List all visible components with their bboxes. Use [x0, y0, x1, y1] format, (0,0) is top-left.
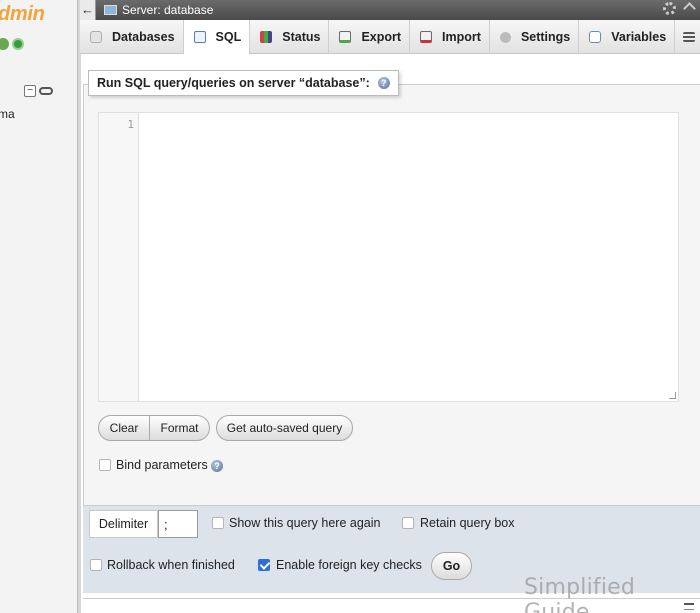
- tab-label: Status: [282, 30, 321, 44]
- watermark: Simplified Guide: [524, 575, 636, 613]
- retain-query-box-label: Retain query box: [420, 516, 515, 530]
- tab-label: SQL: [215, 30, 242, 44]
- export-icon: [339, 31, 352, 43]
- tab-import[interactable]: Import: [410, 20, 490, 54]
- line-number: 1: [127, 118, 134, 131]
- foreign-key-checks-checkbox[interactable]: [258, 559, 270, 571]
- phpmyadmin-logo[interactable]: dmin: [0, 3, 45, 26]
- nav-quick-icons: [0, 38, 24, 50]
- server-tabs: Databases SQL Status Export Import Setti…: [80, 20, 700, 55]
- format-button[interactable]: Format: [149, 415, 210, 441]
- tab-label: Export: [361, 30, 402, 44]
- get-auto-saved-query-button[interactable]: Get auto-saved query: [216, 415, 353, 441]
- import-icon: [420, 31, 433, 43]
- collapse-all-icon[interactable]: −: [24, 85, 36, 97]
- tab-export[interactable]: Export: [329, 20, 411, 54]
- tab-label: Variables: [611, 30, 667, 44]
- wrench-icon: [499, 31, 511, 43]
- tab-status[interactable]: Status: [250, 20, 330, 54]
- tab-label: Databases: [112, 30, 175, 44]
- tab-settings[interactable]: Settings: [490, 20, 580, 54]
- navigation-panel: dmin − ma: [0, 0, 78, 613]
- sql-icon: [193, 31, 206, 43]
- link-icon[interactable]: [39, 87, 53, 95]
- go-button[interactable]: Go: [431, 552, 472, 580]
- sql-query-editor[interactable]: 1: [98, 112, 679, 402]
- show-query-checkbox[interactable]: [212, 517, 224, 529]
- rollback-checkbox[interactable]: [90, 559, 102, 571]
- topbar-controls: [663, 2, 696, 15]
- more-menu-icon: [683, 32, 696, 42]
- server-icon: [104, 5, 117, 15]
- line-number-gutter: 1: [99, 113, 139, 401]
- query-legend: Run SQL query/queries on server “databas…: [88, 70, 399, 96]
- home-icon[interactable]: [0, 38, 9, 50]
- panel-resizer[interactable]: [78, 0, 81, 613]
- bind-parameters-checkbox[interactable]: [99, 459, 111, 471]
- reload-icon[interactable]: [12, 38, 24, 50]
- resize-grip-icon[interactable]: [669, 392, 676, 399]
- tab-variables[interactable]: Variables: [579, 20, 676, 54]
- nav-tree-controls: −: [24, 85, 53, 97]
- nav-database-item[interactable]: ma: [0, 107, 15, 121]
- delimiter-label: Delimiter: [89, 510, 158, 538]
- variables-icon: [589, 31, 602, 43]
- retain-query-box-checkbox[interactable]: [402, 517, 414, 529]
- chevron-up-icon[interactable]: [684, 3, 696, 15]
- database-icon: [90, 31, 102, 43]
- back-arrow-icon[interactable]: ←: [80, 0, 96, 20]
- tab-databases[interactable]: Databases: [80, 20, 184, 54]
- tab-label: Settings: [520, 30, 571, 44]
- help-icon[interactable]: ?: [211, 460, 223, 472]
- bind-parameters-label: Bind parameters: [116, 458, 208, 472]
- server-breadcrumb-bar: ← Server: database: [80, 0, 700, 20]
- delimiter-input[interactable]: ;: [158, 510, 198, 538]
- tab-more[interactable]: [675, 20, 700, 54]
- help-icon[interactable]: ?: [377, 77, 390, 89]
- server-title[interactable]: Server: database: [122, 3, 213, 17]
- tab-sql[interactable]: SQL: [183, 20, 251, 55]
- clear-button[interactable]: Clear: [98, 415, 150, 441]
- query-legend-text: Run SQL query/queries on server “databas…: [97, 76, 370, 90]
- rollback-label: Rollback when finished: [107, 558, 235, 572]
- gear-icon[interactable]: [663, 2, 676, 15]
- tab-label: Import: [442, 30, 481, 44]
- show-query-label: Show this query here again: [229, 516, 381, 530]
- status-icon: [260, 31, 273, 43]
- foreign-key-checks-label: Enable foreign key checks: [276, 558, 422, 572]
